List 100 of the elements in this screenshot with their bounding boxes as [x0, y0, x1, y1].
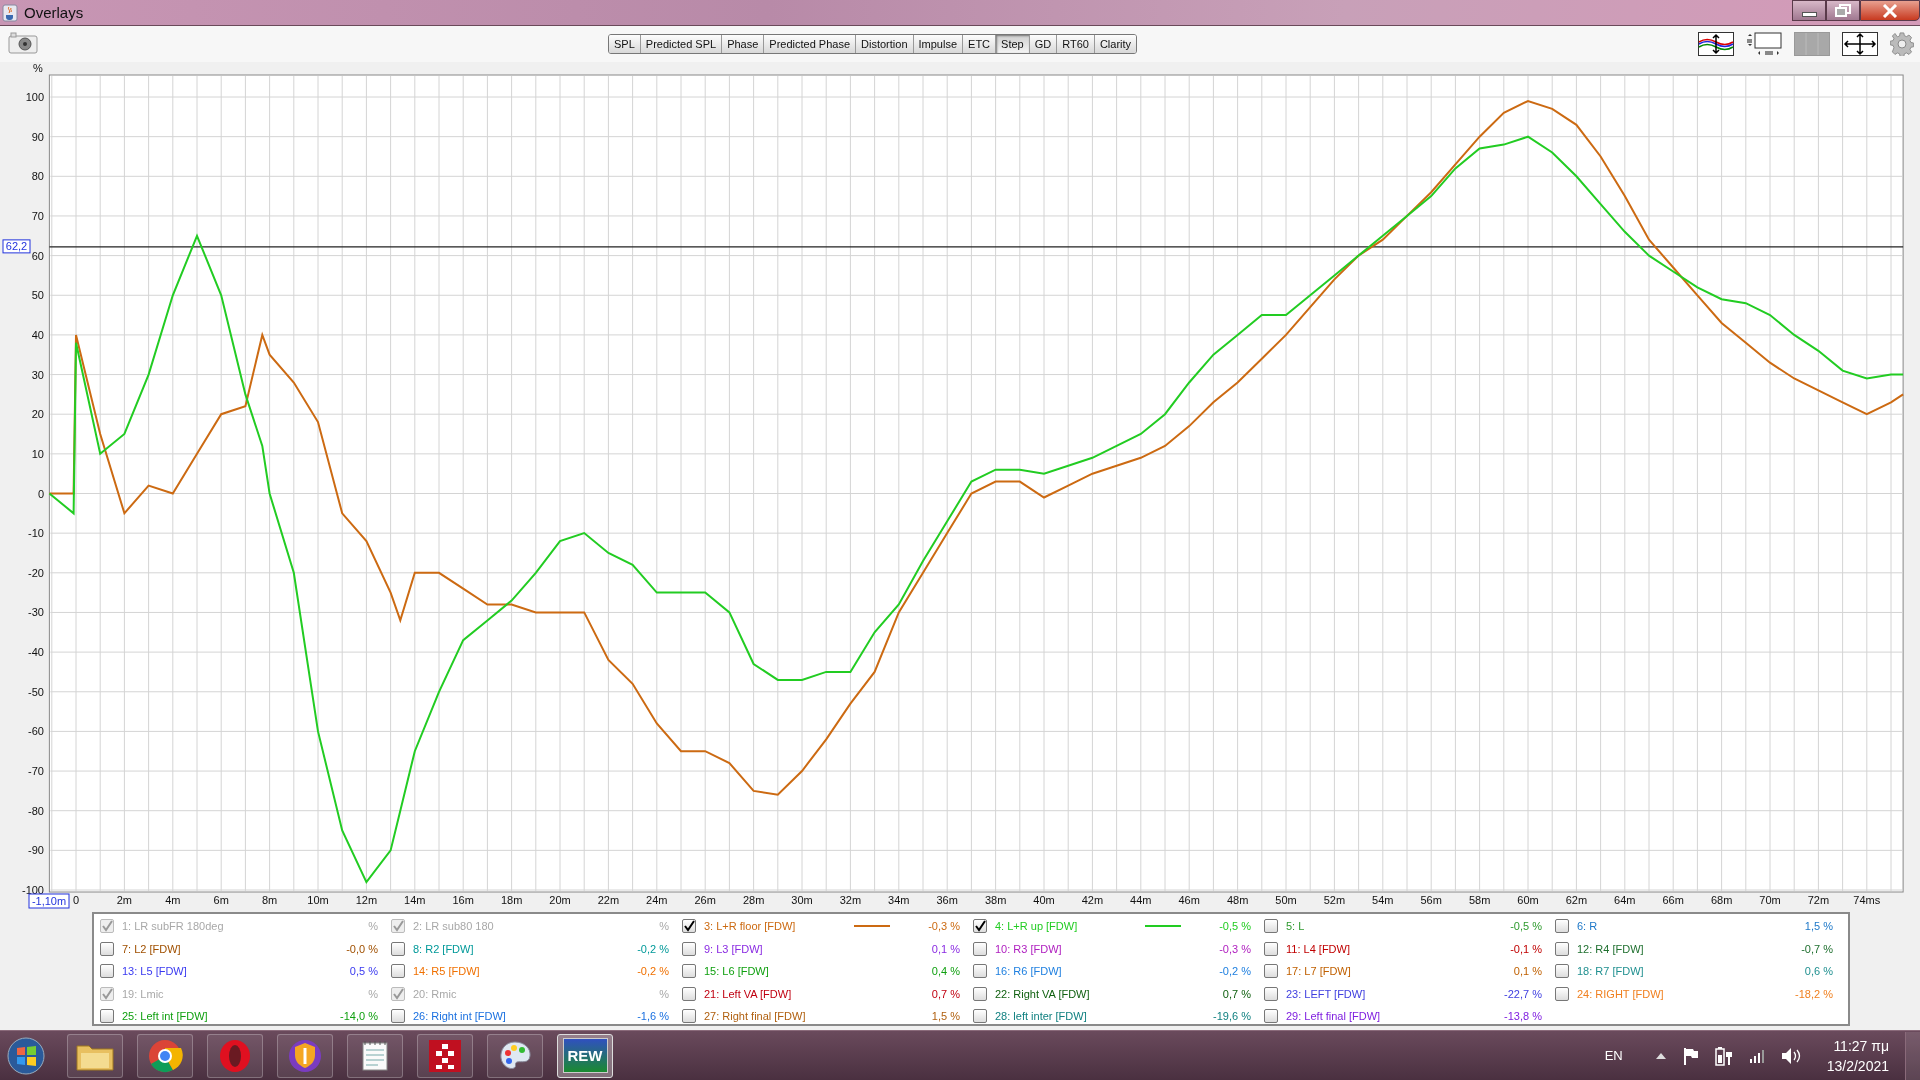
axis-label: -70 [28, 765, 44, 778]
checkbox[interactable] [100, 964, 114, 979]
checkbox[interactable] [1555, 964, 1569, 979]
checkbox[interactable] [391, 941, 405, 956]
trace-value: -18,2 % [1794, 987, 1833, 1000]
axis-label: 4m [165, 894, 181, 906]
cup-icon [2, 3, 18, 22]
checkbox[interactable] [973, 964, 987, 979]
axis-label: 6m [213, 894, 229, 906]
graph-tab[interactable]: SPL [609, 35, 641, 53]
taskbar-app[interactable] [347, 1033, 403, 1078]
axis-label: -60 [28, 725, 44, 738]
maximize-button[interactable] [1826, 0, 1860, 21]
checkbox[interactable] [1264, 919, 1278, 934]
trace-label: 9: L3 [FDW] [704, 942, 764, 955]
axis-label: 90 [31, 130, 44, 143]
trace-label: 3: L+R floor [FDW] [704, 920, 797, 933]
grid-icon [427, 1037, 463, 1074]
axis-label: 48m [1226, 894, 1249, 906]
close-button[interactable] [1860, 0, 1920, 21]
speaker-icon[interactable] [1780, 1046, 1801, 1065]
camera-button[interactable] [8, 32, 40, 56]
language-indicator[interactable]: EN [1604, 1048, 1623, 1063]
move-arrows-icon[interactable] [1842, 32, 1878, 56]
graph-tab[interactable]: ETC [963, 35, 997, 53]
trace-value: -0,5 % [1218, 920, 1251, 933]
checkbox[interactable] [391, 1009, 405, 1024]
vertical-scale-icon[interactable] [1698, 32, 1734, 56]
cursor-start-label: -1,10m [28, 893, 70, 909]
taskbar-app[interactable] [417, 1033, 473, 1078]
trace-label: 12: R4 [FDW] [1577, 942, 1645, 955]
graph-tab[interactable]: RT60 [1057, 35, 1095, 53]
clock[interactable]: 11:27 πμ 13/2/2021 [1826, 1035, 1889, 1076]
checkbox[interactable] [973, 986, 987, 1001]
axis-label: -80 [28, 804, 44, 817]
axis-label: 30m [791, 894, 813, 906]
taskbar-app[interactable] [487, 1033, 543, 1078]
show-hidden-icon[interactable] [1654, 1051, 1667, 1060]
window-size-icon[interactable] [1746, 32, 1782, 56]
axis-label: 44m [1130, 894, 1152, 906]
axis-label: 30 [31, 368, 44, 381]
axis-label: 54m [1372, 894, 1394, 906]
graph-tab[interactable]: Impulse [913, 35, 964, 53]
graph-tab[interactable]: GD [1029, 35, 1058, 53]
checkbox[interactable] [1264, 941, 1278, 956]
checkbox[interactable] [391, 964, 405, 979]
trace-value: 0,5 % [348, 965, 378, 978]
ring-icon [217, 1037, 253, 1074]
close-icon [1880, 3, 1900, 18]
axis-label: 72m [1807, 894, 1830, 906]
checkbox[interactable] [973, 919, 987, 934]
settings-icon[interactable] [1890, 32, 1914, 56]
battery-icon[interactable] [1714, 1045, 1733, 1066]
minimize-button[interactable] [1792, 0, 1826, 21]
checkbox[interactable] [1555, 941, 1569, 956]
axis-label: 66m [1662, 894, 1684, 906]
taskbar-app[interactable] [137, 1033, 193, 1078]
graph-tab[interactable]: Predicted SPL [640, 35, 723, 53]
checkbox[interactable] [682, 919, 696, 934]
trace-value: -0,0 % [345, 942, 378, 955]
app-button[interactable]: REW [557, 1033, 613, 1078]
taskbar-app[interactable] [277, 1033, 333, 1078]
axis-label: 0 [72, 894, 80, 906]
checkbox[interactable] [682, 986, 696, 1001]
trace-value: -0,7 % [1800, 942, 1833, 955]
checkbox[interactable] [973, 1009, 987, 1024]
line-swatch [1145, 925, 1181, 928]
clock-date: 13/2/2021 [1826, 1056, 1889, 1076]
checkbox[interactable] [100, 941, 114, 956]
checkbox[interactable] [1264, 1009, 1278, 1024]
trace-label: 25: Left int [FDW] [122, 1010, 209, 1023]
checkbox[interactable] [973, 941, 987, 956]
checkbox[interactable] [1264, 964, 1278, 979]
axis-label: 70m [1759, 894, 1781, 906]
checkbox[interactable] [1264, 986, 1278, 1001]
graph-tab[interactable]: Step [996, 35, 1030, 53]
checkbox[interactable] [682, 964, 696, 979]
signal-icon[interactable] [1748, 1047, 1765, 1064]
checkbox[interactable] [682, 1009, 696, 1024]
trace-value: 0,4 % [930, 965, 960, 978]
trace-label: 6: R [1577, 920, 1599, 933]
checkbox[interactable] [682, 941, 696, 956]
cursor-value: 62,2 [2, 239, 31, 254]
graph-tab[interactable]: Predicted Phase [764, 35, 857, 53]
trace-label: 28: left inter [FDW] [995, 1010, 1088, 1023]
checkbox[interactable] [1555, 919, 1569, 934]
graph-tab[interactable]: Distortion [856, 35, 914, 53]
taskbar-app[interactable] [67, 1033, 123, 1078]
trace-label: 21: Left VA [FDW] [704, 987, 793, 1000]
axis-label: 26m [694, 894, 716, 906]
graph-tab[interactable]: Phase [722, 35, 765, 53]
flag-icon[interactable] [1682, 1046, 1699, 1065]
graph-tab[interactable]: Clarity [1094, 35, 1137, 53]
trace-label: 5: L [1286, 920, 1306, 933]
trace-value: 0,1 % [930, 942, 960, 955]
trace-value: 1,5 % [1803, 920, 1833, 933]
trace-label: 20: Rmic [413, 987, 458, 1000]
axis-label: 64m [1614, 894, 1636, 906]
checkbox[interactable] [100, 1009, 114, 1024]
checkbox[interactable] [1555, 986, 1569, 1001]
